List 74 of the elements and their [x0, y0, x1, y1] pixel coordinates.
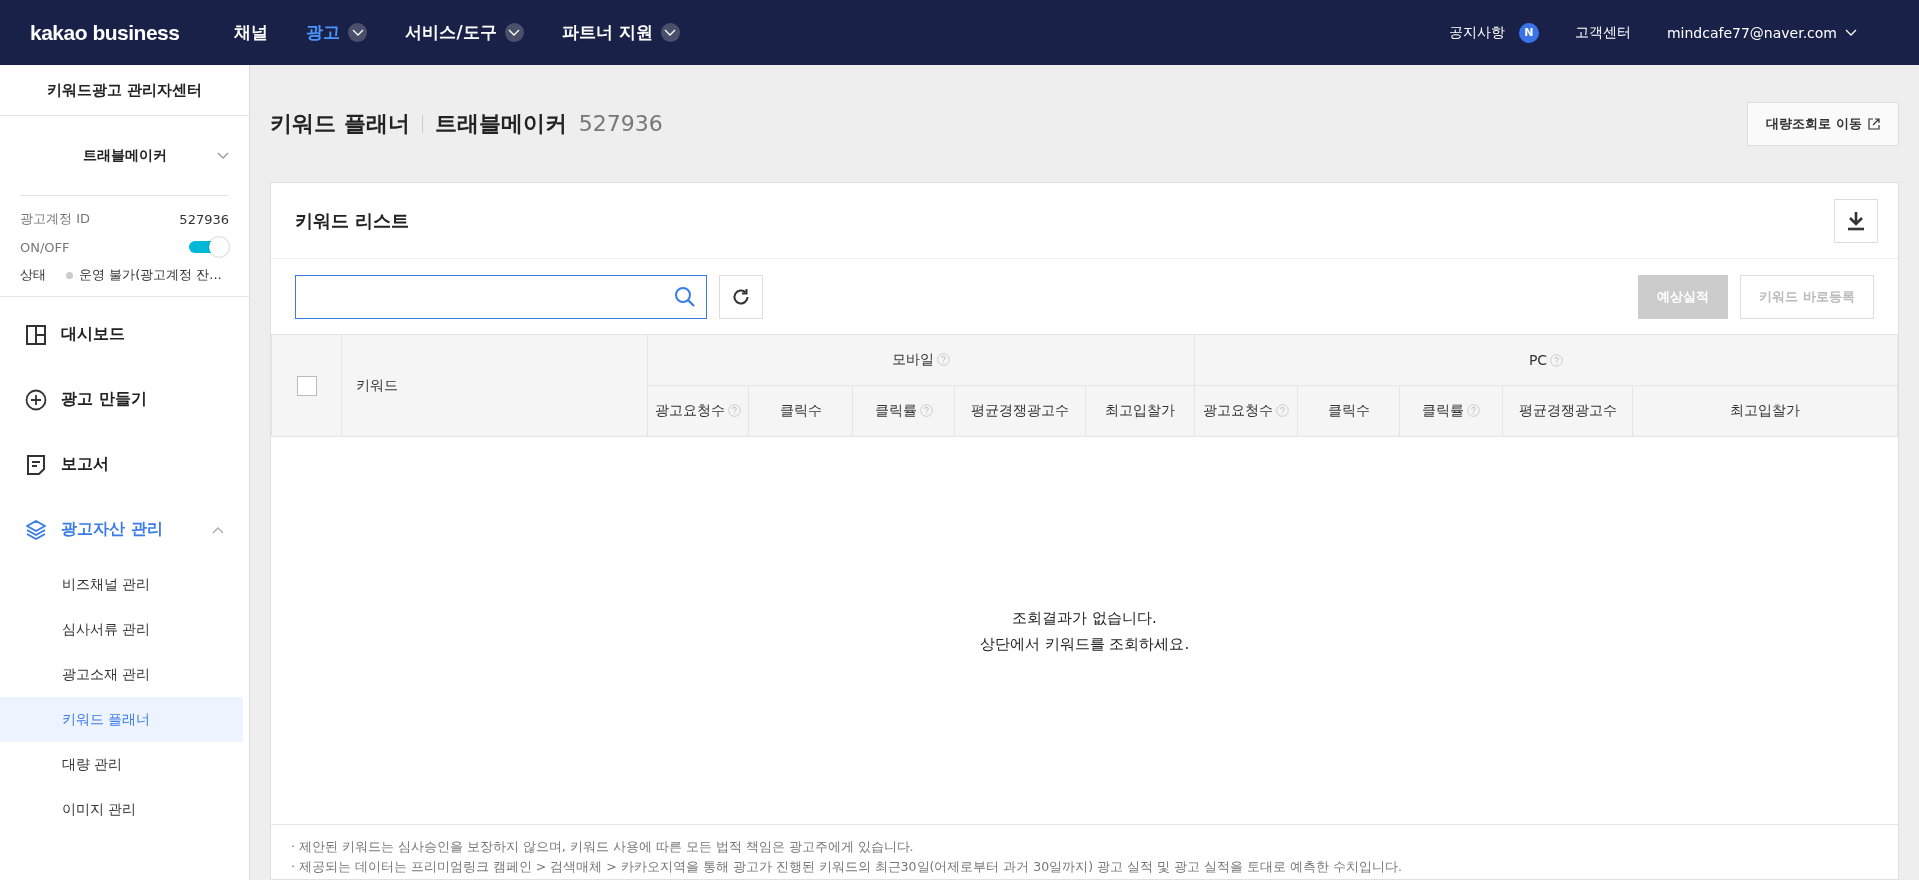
download-button[interactable] — [1834, 198, 1878, 243]
download-icon — [1847, 210, 1865, 231]
column-header: 광고요청수 — [655, 402, 725, 418]
chevron-down-icon — [1845, 28, 1857, 37]
info-value: 527936 — [179, 211, 229, 227]
chevron-down-icon — [664, 28, 677, 37]
empty-message: 조회결과가 없습니다. — [1012, 607, 1157, 629]
help-icon[interactable] — [728, 404, 741, 417]
refresh-button[interactable] — [719, 274, 763, 319]
nav-tab[interactable]: 채널 — [234, 21, 269, 44]
help-icon[interactable] — [919, 404, 933, 417]
account-id: 527936 — [578, 111, 663, 136]
checkbox[interactable] — [296, 375, 317, 396]
menu-item[interactable]: 대시보드 — [0, 302, 249, 367]
column-header: 광고요청수 — [1203, 402, 1273, 418]
page-title: 키워드 플래너 — [270, 109, 410, 138]
help-link[interactable]: 고객센터 — [1574, 23, 1631, 42]
menu-item[interactable]: 광고자산 관리 — [0, 497, 249, 562]
note-text: · 제공되는 데이터는 프리미엄링크 캠페인 > 검색매체 > 카카오지역을 통해 광고가 진행된 키워드의 최근30일(어제로부터 과거 30일까지) 광고 실적 및 광고 실적을 토대로 예측한 수치입니다. — [291, 858, 1403, 876]
menu-item[interactable]: 보고서 — [0, 432, 249, 497]
help-icon[interactable] — [937, 353, 950, 366]
column-header: 평균경쟁광고수 — [971, 402, 1069, 418]
info-label: 광고계정 ID — [20, 210, 90, 228]
refresh-icon — [731, 286, 751, 307]
plus-icon — [25, 388, 47, 411]
submenu-item[interactable]: 대량 관리 — [0, 742, 243, 787]
column-header: 최고입찰가 — [1730, 402, 1800, 418]
help-icon[interactable] — [1467, 404, 1480, 417]
column-header: 클릭수 — [1327, 402, 1370, 418]
chevron-down-icon — [508, 28, 521, 37]
logo[interactable]: kakao business — [30, 20, 180, 45]
help-icon[interactable] — [1550, 354, 1564, 367]
layers-icon — [25, 518, 47, 541]
nav-tab[interactable]: 광고 — [306, 21, 368, 44]
external-link-icon — [1868, 117, 1880, 130]
search-icon[interactable] — [674, 285, 696, 308]
submenu-item[interactable]: 심사서류 관리 — [0, 607, 243, 652]
nav-tab[interactable]: 서비스/도구 — [405, 21, 524, 44]
account-menu[interactable]: mindcafe77@naver.com — [1666, 24, 1837, 41]
column-group-header: PC — [1528, 352, 1548, 368]
column-header: 클릭수 — [779, 402, 822, 418]
chevron-down-icon — [217, 152, 229, 160]
column-header: 평균경쟁광고수 — [1518, 402, 1617, 418]
empty-message: 상단에서 키워드를 조회하세요. — [979, 633, 1190, 655]
new-badge: N — [1518, 22, 1539, 43]
chevron-up-icon — [212, 525, 224, 534]
notice-link[interactable]: 공지사항 — [1448, 23, 1505, 42]
submenu-item[interactable]: 이미지 관리 — [0, 787, 243, 832]
sidebar-title: 키워드광고 관리자센터 — [0, 65, 249, 116]
account-name: 트래블메이커 — [434, 109, 567, 138]
submenu-item[interactable]: 광고소재 관리 — [0, 652, 243, 697]
account-selector[interactable]: 트래블메이커 — [82, 146, 167, 165]
column-group-header: 모바일 — [892, 351, 934, 367]
toggle-switch[interactable] — [189, 237, 229, 257]
card-title: 키워드 리스트 — [295, 208, 410, 233]
status-label: 상태 — [20, 266, 46, 284]
bulk-view-button[interactable]: 대량조회로 이동 — [1747, 101, 1899, 146]
search-field[interactable] — [295, 274, 707, 319]
column-header: 클릭률 — [1422, 402, 1464, 418]
dashboard-icon — [25, 323, 47, 346]
nav-tab[interactable]: 파트너 지원 — [561, 21, 680, 44]
status-value: 운영 불가(광고계정 잔... — [79, 266, 222, 284]
menu-item[interactable]: 광고 만들기 — [0, 367, 249, 432]
column-header: 키워드 — [356, 376, 398, 393]
toggle-label: ON/OFF — [20, 239, 70, 255]
submenu-item[interactable]: 비즈채널 관리 — [0, 562, 243, 607]
note-text: · 제안된 키워드는 심사승인을 보장하지 않으며, 키워드 사용에 따른 모든 법적 책임은 광고주에게 있습니다. — [291, 838, 915, 856]
column-header: 클릭률 — [874, 402, 917, 418]
document-icon — [25, 453, 47, 476]
chevron-down-icon — [351, 28, 364, 37]
submenu-item[interactable]: 키워드 플래너 — [0, 697, 243, 742]
status-dot-icon — [66, 271, 73, 279]
help-icon[interactable] — [1276, 404, 1289, 417]
column-header: 최고입찰가 — [1105, 402, 1175, 418]
